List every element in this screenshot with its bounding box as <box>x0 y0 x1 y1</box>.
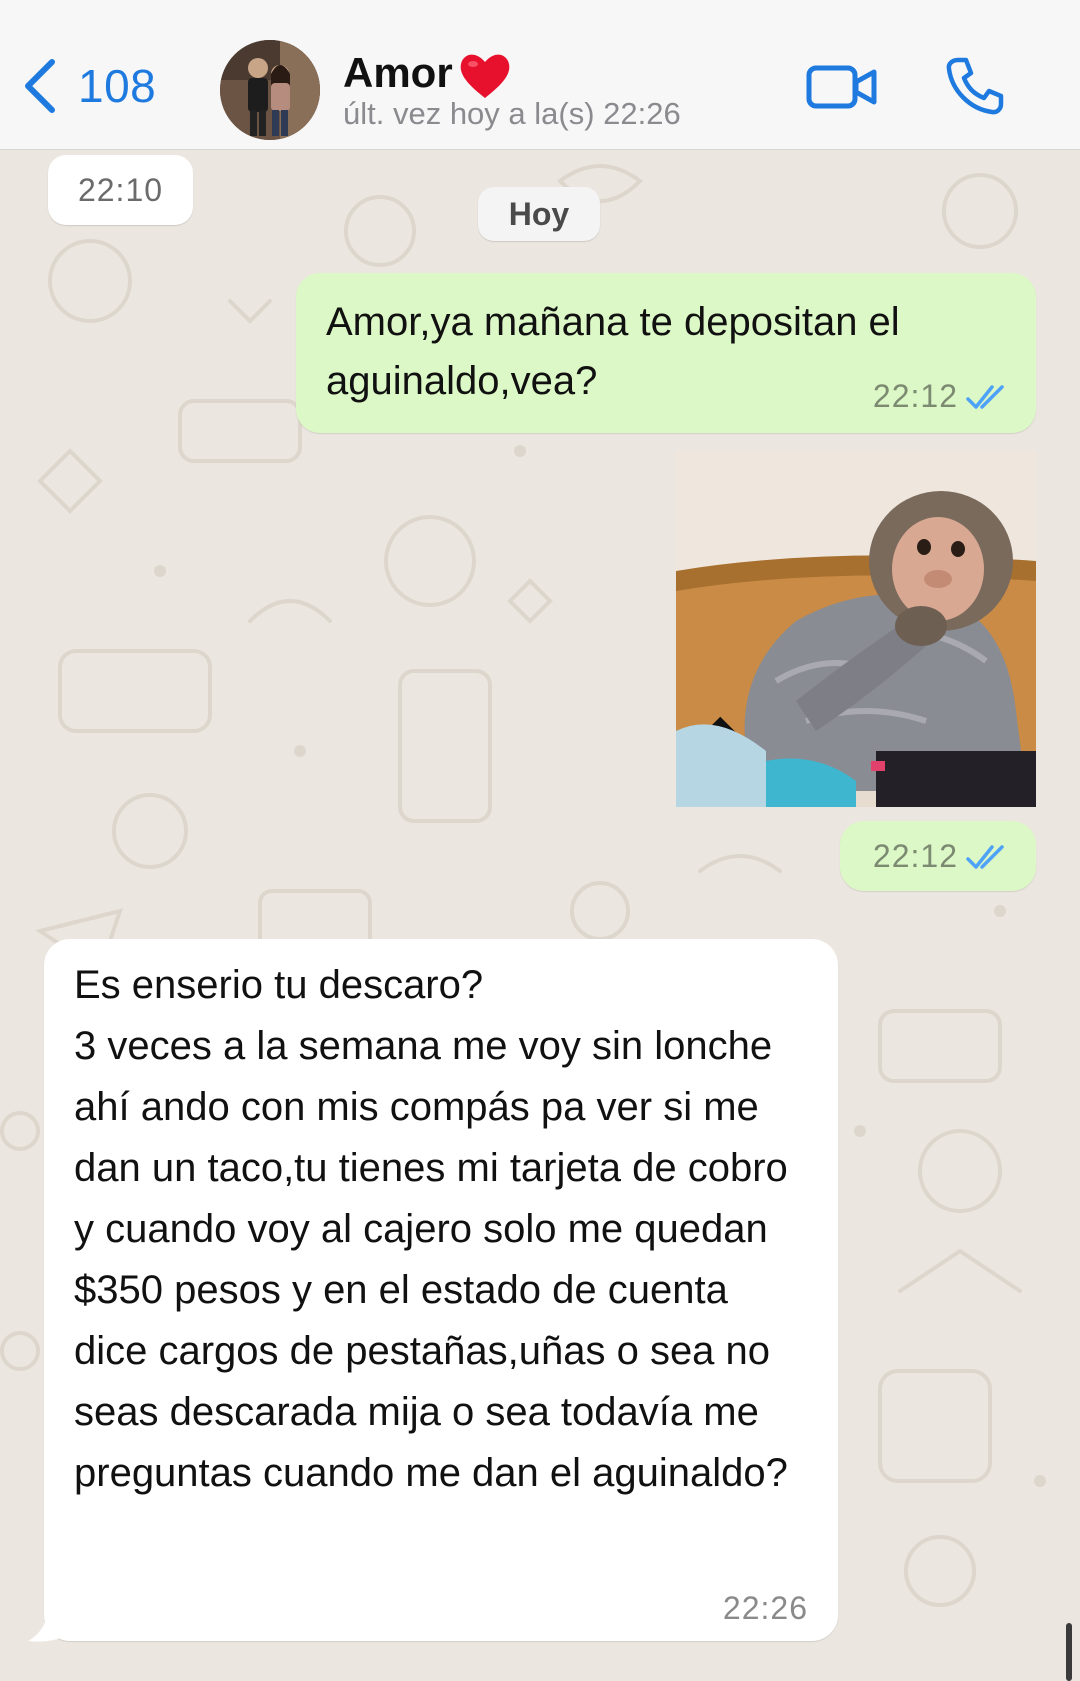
date-separator: Hoy <box>478 187 600 241</box>
back-button[interactable]: 108 <box>22 56 156 116</box>
image-meta-bubble: 22:12 <box>840 821 1036 891</box>
message-meta: 22:12 <box>873 378 1008 415</box>
monkey-photo <box>676 451 1036 807</box>
double-check-icon <box>966 844 1004 869</box>
incoming-message[interactable]: Es enserio tu descaro? 3 veces a la sema… <box>44 939 838 1641</box>
contact-name: Amor <box>343 49 453 96</box>
scroll-indicator[interactable] <box>1066 1623 1072 1681</box>
message-time: 22:12 <box>872 838 958 874</box>
red-heart-icon <box>460 54 509 98</box>
message-time: 22:12 <box>872 378 958 414</box>
unread-count: 108 <box>78 60 157 112</box>
message-text: Es enserio tu descaro? 3 veces a la sema… <box>74 963 788 1495</box>
image-message[interactable] <box>676 451 1036 807</box>
chat-header: 108 Amor últ. vez hoy a la(s) 22:26 <box>0 0 1080 150</box>
message-meta: 22:12 <box>873 838 1008 875</box>
double-check-icon <box>966 384 1004 409</box>
message-time: 22:26 <box>722 1590 808 1626</box>
outgoing-message[interactable]: Amor,ya mañana te depositan el aguinaldo… <box>296 273 1036 433</box>
avatar[interactable] <box>220 40 320 140</box>
chevron-left-icon <box>25 59 55 113</box>
contact-title[interactable]: Amor <box>343 44 513 102</box>
bubble-tail <box>28 1619 58 1642</box>
phone-icon[interactable] <box>944 56 1004 116</box>
time-chip: 22:10 <box>48 155 193 225</box>
video-camera-icon[interactable] <box>806 60 878 114</box>
chat-area[interactable]: 22:10 Hoy Amor,ya mañana te depositan el… <box>0 151 1080 1681</box>
last-seen-status: últ. vez hoy a la(s) 22:26 <box>343 96 681 131</box>
